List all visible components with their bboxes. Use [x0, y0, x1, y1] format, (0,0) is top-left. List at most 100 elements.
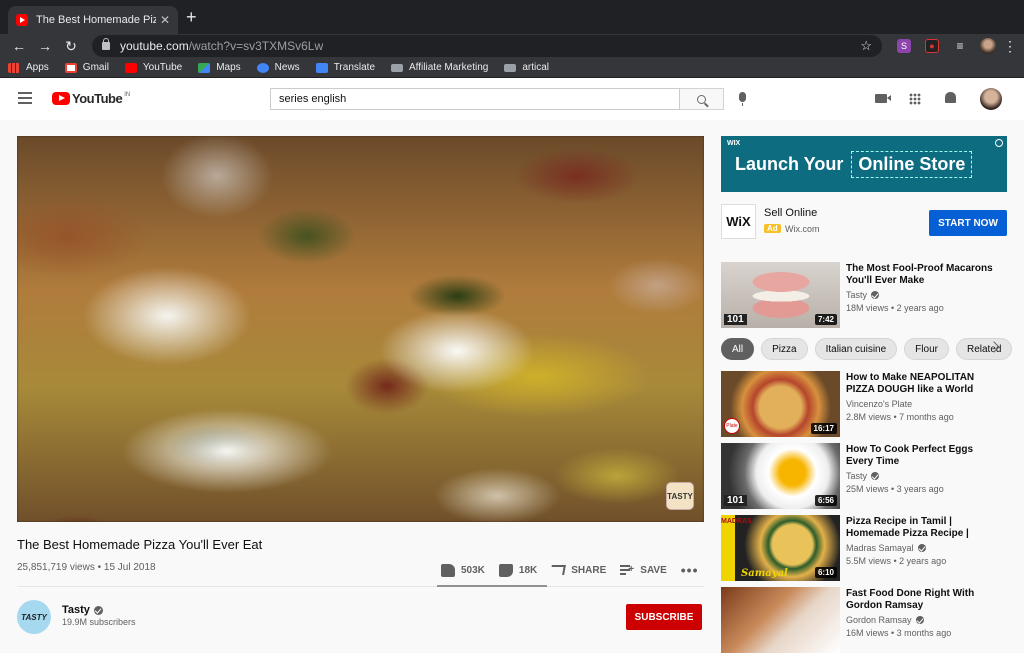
video-actions: 503K 18K SHARE SAVE ••• — [441, 562, 699, 578]
bookmark-label: News — [274, 62, 300, 73]
bookmark-maps[interactable]: Maps — [198, 62, 241, 73]
browser-tab[interactable]: The Best Homemade Pizza Yo ✕ — [8, 6, 178, 34]
ad-banner-text: Launch Your — [735, 153, 844, 174]
extension-s-icon[interactable]: S — [897, 39, 911, 53]
subscribe-button[interactable]: SUBSCRIBE — [626, 604, 702, 630]
channel-name-text: Tasty — [846, 471, 868, 481]
more-actions-icon[interactable]: ••• — [681, 562, 699, 578]
share-arrow-icon — [550, 565, 567, 575]
ad-banner[interactable]: WIX Launch Your Online Store — [721, 136, 1007, 192]
bookmark-apps[interactable]: Apps — [8, 62, 49, 73]
bookmark-label: Gmail — [82, 62, 109, 73]
back-arrow-icon[interactable]: ← — [6, 38, 32, 54]
share-label: SHARE — [571, 564, 607, 576]
thumbs-down-icon — [498, 563, 513, 577]
verified-check-icon — [915, 616, 924, 624]
share-button[interactable]: SHARE — [550, 564, 607, 576]
recommended-video[interactable]: Plate 16:17 How to Make NEAPOLITAN PIZZA… — [721, 371, 1011, 437]
create-video-icon[interactable] — [875, 94, 891, 103]
notifications-bell-icon[interactable] — [945, 92, 956, 103]
ad-card: WiX Sell Online Ad Wix.com START NOW — [721, 204, 1007, 240]
video-channel: Vincenzo's Plate — [846, 399, 912, 409]
video-thumbnail[interactable] — [721, 587, 840, 653]
video-title[interactable]: How To Cook Perfect Eggs Every Time — [846, 444, 996, 468]
search-input[interactable]: series english — [270, 88, 680, 110]
save-button[interactable]: SAVE — [620, 565, 667, 576]
bookmark-label: artical — [522, 62, 549, 73]
guide-menu-icon[interactable] — [18, 92, 32, 104]
recommended-video[interactable]: Fast Food Done Right With Gordon Ramsay … — [721, 587, 1011, 653]
channel-name[interactable]: Tasty — [62, 604, 103, 616]
thumbs-up-icon — [441, 563, 455, 577]
chip-related[interactable]: Related — [955, 338, 1013, 360]
recommended-video[interactable]: 101 6:56 How To Cook Perfect Eggs Every … — [721, 443, 1011, 509]
ad-cta-button[interactable]: START NOW — [929, 210, 1007, 236]
video-thumbnail[interactable]: Plate 16:17 — [721, 371, 840, 437]
apps-grid-icon[interactable] — [909, 93, 921, 105]
bookmarks-bar: Apps Gmail YouTube Maps News Translate A… — [0, 58, 1024, 78]
forward-arrow-icon[interactable]: → — [32, 38, 58, 54]
youtube-wordmark: YouTube — [72, 91, 123, 106]
browser-menu-icon[interactable]: ⋮ — [1002, 38, 1018, 55]
video-frame — [17, 136, 704, 522]
like-count: 503K — [461, 564, 485, 576]
like-button[interactable]: 503K — [441, 563, 485, 577]
channel-watermark[interactable]: TASTY — [666, 482, 694, 510]
chip-flour[interactable]: Flour — [904, 338, 949, 360]
bookmark-label: Apps — [26, 62, 49, 73]
video-thumbnail[interactable]: MADRAS Samayal 6:10 — [721, 515, 840, 581]
bookmark-news[interactable]: News — [256, 62, 300, 73]
url-path: /watch?v=sv3TXMSv6Lw — [188, 39, 324, 53]
new-tab-button[interactable]: + — [186, 8, 197, 26]
video-player[interactable]: TASTY — [17, 136, 704, 522]
channel-logo-badge: Plate — [724, 418, 740, 434]
chip-pizza[interactable]: Pizza — [761, 338, 808, 360]
dislike-count: 18K — [518, 564, 538, 576]
media-queue-icon[interactable]: ≡ — [953, 39, 967, 53]
bookmark-star-icon[interactable]: ☆ — [860, 38, 872, 54]
channel-avatar[interactable]: TASTY — [17, 600, 51, 634]
save-label: SAVE — [640, 564, 667, 576]
video-title[interactable]: The Most Fool-Proof Macarons You'll Ever… — [846, 263, 996, 287]
microphone-icon[interactable] — [739, 92, 746, 106]
tab-title: The Best Homemade Pizza Yo — [36, 14, 156, 26]
browser-tabbar: The Best Homemade Pizza Yo ✕ + — [0, 0, 1024, 34]
bookmark-translate[interactable]: Translate — [315, 62, 375, 73]
subscriber-count: 19.9M subscribers — [62, 617, 136, 627]
ad-title[interactable]: Sell Online — [764, 207, 817, 219]
channel-name-text: Gordon Ramsay — [846, 615, 912, 625]
chip-italian-cuisine[interactable]: Italian cuisine — [814, 338, 898, 360]
folder-icon — [391, 63, 404, 72]
video-thumbnail[interactable]: 101 7:42 — [721, 262, 840, 328]
search-button[interactable] — [680, 88, 724, 110]
bookmark-artical[interactable]: artical — [504, 62, 549, 73]
video-stats: 25M views • 3 years ago — [846, 484, 944, 494]
recommended-video[interactable]: 101 7:42 The Most Fool-Proof Macarons Yo… — [721, 262, 1011, 328]
close-tab-icon[interactable]: ✕ — [160, 13, 170, 27]
video-title[interactable]: Pizza Recipe in Tamil | Homemade Pizza R… — [846, 516, 996, 540]
account-avatar[interactable] — [980, 88, 1002, 110]
recommended-video[interactable]: MADRAS Samayal 6:10 Pizza Recipe in Tami… — [721, 515, 1011, 581]
bookmark-youtube[interactable]: YouTube — [124, 62, 182, 73]
ad-badge: Ad — [764, 224, 781, 233]
video-thumbnail[interactable]: 101 6:56 — [721, 443, 840, 509]
info-divider — [17, 586, 704, 587]
bookmark-gmail[interactable]: Gmail — [64, 62, 109, 73]
advertiser-logo[interactable]: WiX — [721, 204, 756, 239]
youtube-logo[interactable]: YouTube IN — [52, 91, 130, 106]
chip-all[interactable]: All — [721, 338, 755, 360]
dislike-button[interactable]: 18K — [498, 563, 538, 577]
verified-check-icon — [93, 605, 103, 615]
ad-info-icon[interactable] — [995, 139, 1003, 147]
address-bar[interactable]: youtube.com /watch?v=sv3TXMSv6Lw ☆ — [92, 35, 882, 57]
video-title[interactable]: How to Make NEAPOLITAN PIZZA DOUGH like … — [846, 372, 996, 396]
browser-profile-avatar[interactable] — [980, 38, 996, 54]
bookmark-affiliate-marketing[interactable]: Affiliate Marketing — [391, 62, 488, 73]
channel-name-text: Tasty — [846, 290, 868, 300]
gmail-icon — [64, 62, 77, 73]
extension-record-icon[interactable]: ● — [925, 39, 939, 53]
video-title[interactable]: Fast Food Done Right With Gordon Ramsay — [846, 588, 996, 612]
reload-icon[interactable]: ↻ — [58, 38, 84, 55]
folder-icon — [504, 63, 517, 72]
series-badge: 101 — [724, 314, 747, 325]
